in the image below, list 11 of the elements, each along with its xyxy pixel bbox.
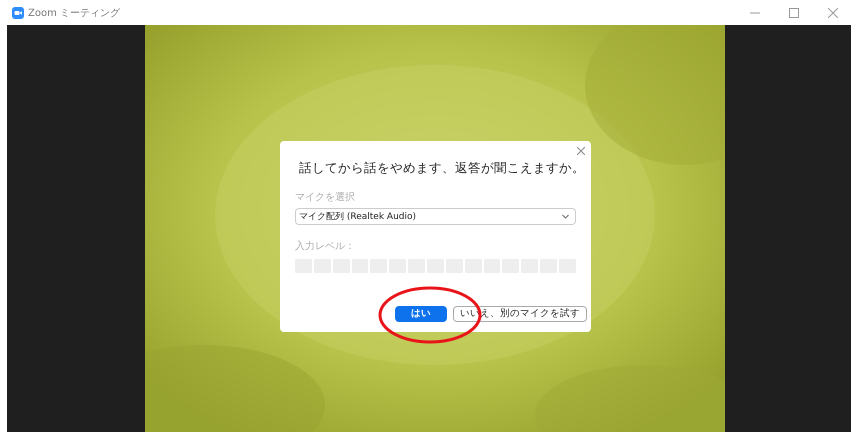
close-icon[interactable] — [577, 147, 585, 155]
maximize-icon[interactable] — [789, 8, 799, 18]
app-logo-icon — [12, 6, 24, 18]
field-label: 入力レベル： — [295, 240, 356, 253]
close-icon[interactable] — [828, 8, 838, 18]
yes-button[interactable]: はい — [395, 306, 447, 322]
dialog-title: 話してから話をやめます、返答が聞こえますか。 — [299, 159, 585, 176]
field-label: マイクを選択 — [295, 191, 356, 204]
window-title: Zoom ミーティング — [28, 6, 120, 20]
chevron-down-icon — [562, 214, 569, 219]
microphone-dropdown[interactable]: マイク配列 (Realtek Audio) — [295, 208, 576, 225]
